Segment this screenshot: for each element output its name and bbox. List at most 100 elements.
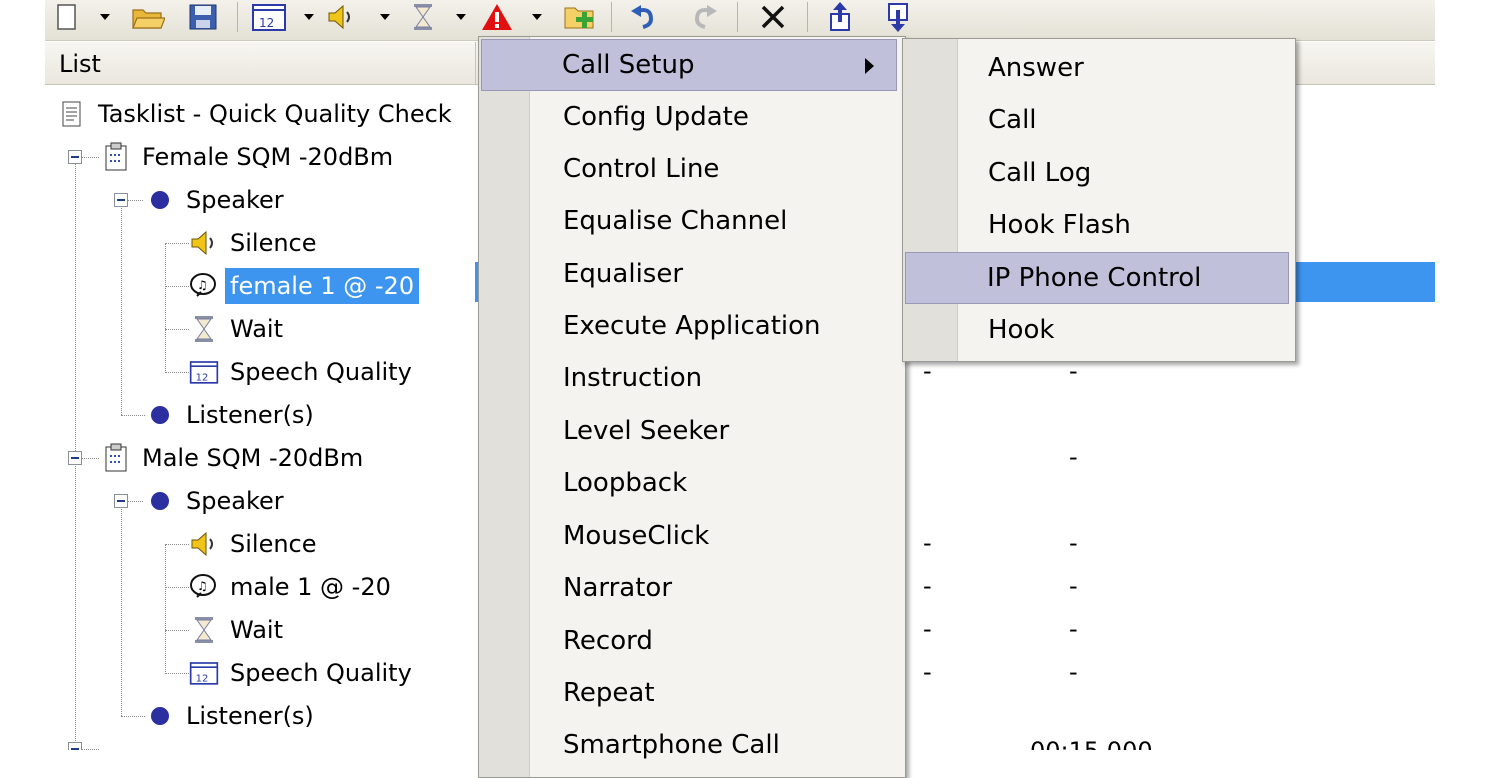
column-divider[interactable] <box>475 42 476 84</box>
menu-item-label: Execute Application <box>563 311 821 341</box>
chevron-down-icon[interactable] <box>97 0 113 34</box>
menu-item-label: Hook <box>988 315 1055 345</box>
tree-item-silence[interactable]: Silence <box>189 222 322 264</box>
cell-value: - <box>1069 529 1078 557</box>
speech-quality-icon: 12 <box>189 357 219 387</box>
tree-item-group[interactable]: Male SQM -20dBm <box>101 437 368 479</box>
open-folder-icon[interactable] <box>129 0 167 34</box>
cell-value: - <box>1069 615 1078 643</box>
delete-icon[interactable] <box>753 0 793 34</box>
audio-clip-icon: ♫ <box>189 271 219 301</box>
menu-item-label: Call <box>988 105 1037 135</box>
menu-item-label: Hook Flash <box>988 210 1131 240</box>
submenu-item-call[interactable]: Call <box>905 94 1291 146</box>
svg-text:12: 12 <box>196 673 209 684</box>
speech-quality-icon[interactable]: 12 <box>249 0 289 34</box>
menu-item-label: Answer <box>988 53 1084 83</box>
menu-item-config-update[interactable]: Config Update <box>481 91 897 143</box>
tree-item-label: Listener(s) <box>186 401 314 429</box>
tree-item-label: Speaker <box>186 186 284 214</box>
move-down-icon[interactable] <box>879 0 917 34</box>
tree-item-tasklist[interactable]: Tasklist - Quick Quality Check <box>57 93 457 135</box>
submenu-item-call-log[interactable]: Call Log <box>905 147 1291 199</box>
tree-item-silence[interactable]: Silence <box>189 523 322 565</box>
menu-item-equaliser[interactable]: Equaliser <box>481 248 897 300</box>
tree-item-label: Silence <box>230 229 317 257</box>
move-up-icon[interactable] <box>821 0 859 34</box>
menu-item-label: Equalise Channel <box>563 206 788 236</box>
tree-item-speaker[interactable]: Speaker <box>145 179 289 221</box>
menu-item-level-seeker[interactable]: Level Seeker <box>481 405 897 457</box>
collapse-toggle[interactable] <box>68 742 82 750</box>
menu-item-label: Instruction <box>563 363 703 393</box>
tree-item-label: Silence <box>230 530 317 558</box>
tree-item-listeners[interactable]: Listener(s) <box>145 394 319 436</box>
speaker-icon[interactable] <box>323 0 359 34</box>
tree-item-audio-selected[interactable]: ♫ female 1 @ -20 <box>189 265 420 307</box>
tree-item-audio[interactable]: ♫ male 1 @ -20 <box>189 566 396 608</box>
node-dot-icon <box>145 400 175 430</box>
cell-value: - <box>923 572 932 600</box>
menu-item-instruction[interactable]: Instruction <box>481 352 897 404</box>
tree-item-wait[interactable]: Wait <box>189 609 288 651</box>
tasklist-icon <box>57 99 87 129</box>
menu-item-label: Config Update <box>563 102 749 132</box>
hourglass-icon[interactable] <box>405 0 441 34</box>
menu-item-smartphone-call[interactable]: Smartphone Call <box>481 719 897 771</box>
menu-item-label: Call Setup <box>562 50 695 80</box>
toolbar-separator <box>737 2 738 32</box>
menu-item-call-setup[interactable]: Call Setup <box>481 39 897 91</box>
chevron-down-icon[interactable] <box>377 0 393 34</box>
submenu-item-answer[interactable]: Answer <box>905 42 1291 94</box>
toolbar-separator <box>237 2 238 32</box>
undo-icon[interactable] <box>625 0 663 34</box>
collapse-toggle[interactable] <box>114 494 128 508</box>
speaker-icon <box>189 529 219 559</box>
tree-item-wait[interactable]: Wait <box>189 308 288 350</box>
chevron-down-icon[interactable] <box>301 0 317 34</box>
menu-item-control-line[interactable]: Control Line <box>481 143 897 195</box>
collapse-toggle[interactable] <box>114 193 128 207</box>
submenu-item-ip-phone-control[interactable]: IP Phone Control <box>905 252 1289 304</box>
toolbar-separator <box>807 2 808 32</box>
tree-item-speaker[interactable]: Speaker <box>145 480 289 522</box>
list-header-label: List <box>59 50 101 78</box>
submenu-item-hook[interactable]: Hook <box>905 304 1291 356</box>
menu-item-narrator[interactable]: Narrator <box>481 562 897 614</box>
menu-item-equalise-channel[interactable]: Equalise Channel <box>481 195 897 247</box>
menu-item-loopback[interactable]: Loopback <box>481 457 897 509</box>
chevron-down-icon[interactable] <box>453 0 469 34</box>
menu-item-label: Loopback <box>563 468 688 498</box>
cell-value: - <box>1069 572 1078 600</box>
tree-item-speech-quality[interactable]: 12 Speech Quality <box>189 351 417 393</box>
cell-value: - <box>923 658 932 686</box>
svg-text:♫: ♫ <box>197 579 208 593</box>
submenu-item-hook-flash[interactable]: Hook Flash <box>905 199 1291 251</box>
tree-item-speech-quality[interactable]: 12 Speech Quality <box>189 652 417 694</box>
add-item-icon[interactable] <box>561 0 601 34</box>
menu-item-label: MouseClick <box>563 521 710 551</box>
collapse-toggle[interactable] <box>68 451 82 465</box>
tree-item-listeners[interactable]: Listener(s) <box>145 695 319 737</box>
collapse-toggle[interactable] <box>68 150 82 164</box>
toolbar-separator <box>611 2 612 32</box>
save-icon[interactable] <box>185 0 221 34</box>
menu-item-record[interactable]: Record <box>481 615 897 667</box>
cell-value: - <box>1069 658 1078 686</box>
warning-icon[interactable] <box>477 0 517 34</box>
tree-item-group[interactable]: Female SQM -20dBm <box>101 136 398 178</box>
new-document-icon[interactable] <box>53 0 81 34</box>
menu-item-execute-application[interactable]: Execute Application <box>481 300 897 352</box>
cell-value: - <box>1069 443 1078 471</box>
tree-item-label: Male SQM -20dBm <box>142 444 364 472</box>
tree-item-label: Female SQM -20dBm <box>142 143 394 171</box>
cell-value: 00:15.000 <box>1030 737 1153 750</box>
chevron-down-icon[interactable] <box>529 0 545 34</box>
menu-item-mouseclick[interactable]: MouseClick <box>481 510 897 562</box>
tree-item-label: Speech Quality <box>230 659 412 687</box>
menu-item-repeat[interactable]: Repeat <box>481 667 897 719</box>
redo-icon[interactable] <box>685 0 723 34</box>
tree-item-label: Wait <box>230 616 283 644</box>
speech-quality-icon: 12 <box>189 658 219 688</box>
svg-text:12: 12 <box>259 16 274 30</box>
